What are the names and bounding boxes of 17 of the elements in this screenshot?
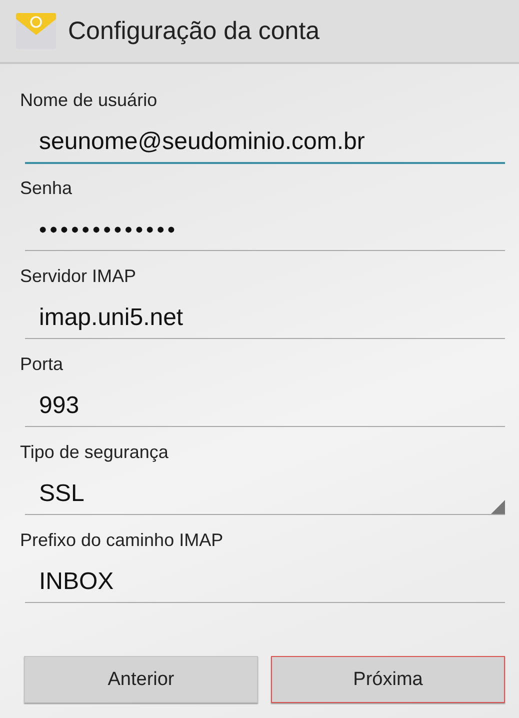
security-dropdown[interactable]: SSL — [25, 474, 505, 515]
field-label: Tipo de segurança — [20, 442, 170, 464]
input-field[interactable]: seunome@seudominio.com.br — [25, 122, 505, 164]
nav-button[interactable]: Próxima — [271, 656, 505, 703]
field-label: Nome de usuário — [20, 90, 158, 112]
field-label: Servidor IMAP — [20, 266, 138, 288]
field-label: Porta — [20, 354, 64, 376]
field-label: Prefixo do caminho IMAP — [20, 530, 224, 552]
screen-title: Configuração da conta — [68, 16, 320, 46]
password-field[interactable]: ••••••••••••• — [25, 210, 505, 251]
envelope-icon — [14, 11, 58, 51]
nav-button[interactable]: Anterior — [24, 656, 258, 703]
dropdown-corner-icon — [491, 500, 505, 514]
input-field[interactable]: imap.uni5.net — [25, 298, 505, 339]
input-field[interactable]: INBOX — [25, 562, 505, 603]
field-label: Senha — [20, 178, 74, 200]
input-field[interactable]: 993 — [25, 386, 505, 427]
